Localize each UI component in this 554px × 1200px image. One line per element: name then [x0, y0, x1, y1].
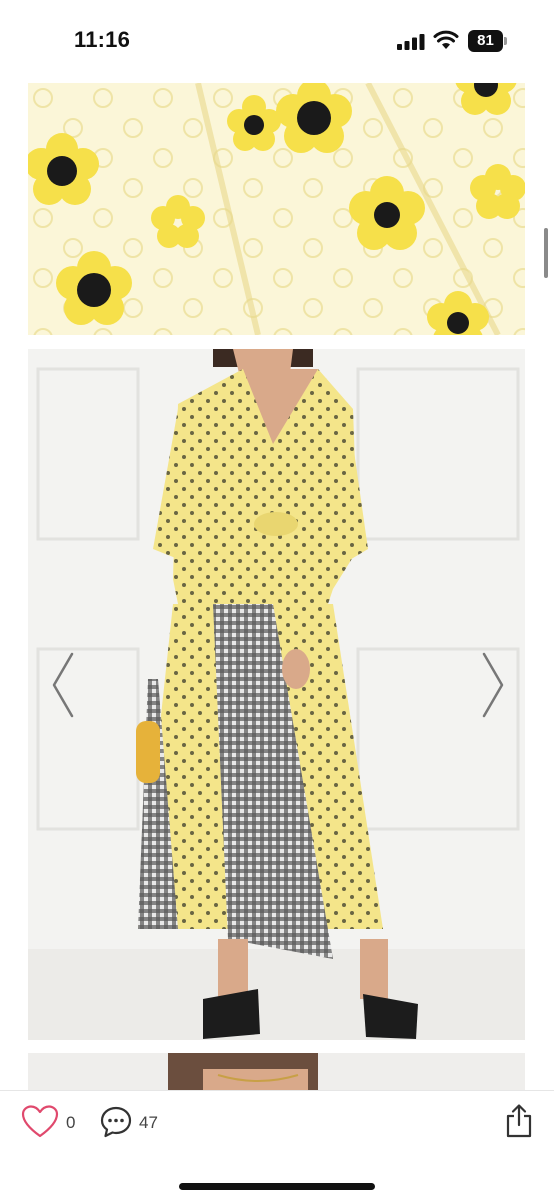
scroll-indicator[interactable] — [544, 228, 548, 278]
bottom-action-bar: 0 47 — [0, 1090, 554, 1200]
fabric-pattern — [28, 83, 525, 335]
home-indicator[interactable] — [179, 1183, 375, 1190]
wifi-icon — [433, 30, 459, 49]
signal-icon — [397, 34, 425, 50]
battery-level: 81 — [468, 30, 503, 52]
heart-icon[interactable] — [20, 1105, 60, 1139]
model-outfit-image[interactable] — [28, 349, 525, 1040]
fabric-closeup-image[interactable] — [28, 83, 525, 335]
chevron-left-icon[interactable] — [48, 650, 78, 720]
chat-bubble-icon[interactable] — [99, 1105, 133, 1139]
next-image-preview — [28, 1053, 525, 1093]
model-illustration — [28, 349, 525, 1040]
status-bar: 11:16 81 — [0, 0, 554, 82]
like-count: 0 — [66, 1113, 76, 1132]
share-icon[interactable] — [504, 1103, 534, 1139]
status-time: 11:16 — [74, 27, 131, 52]
chevron-right-icon[interactable] — [478, 650, 508, 720]
next-image-partial[interactable] — [28, 1053, 525, 1093]
battery-icon: 81 — [468, 30, 508, 52]
comment-count: 47 — [139, 1113, 158, 1132]
